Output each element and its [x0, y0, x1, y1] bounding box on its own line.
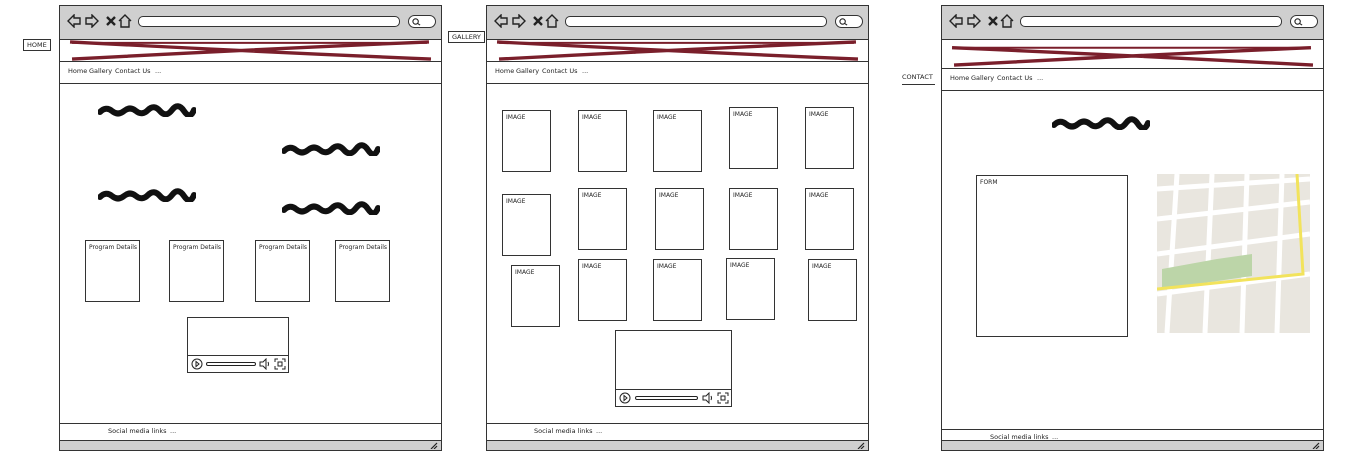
close-icon[interactable] — [986, 14, 1000, 28]
image-placeholder: IMAGE — [502, 194, 551, 256]
image-placeholder: IMAGE — [578, 110, 627, 172]
volume-icon[interactable] — [259, 358, 271, 370]
nav-more[interactable]: ... — [1037, 74, 1043, 82]
browser-toolbar — [487, 6, 868, 40]
resize-grip-icon[interactable] — [857, 442, 865, 449]
close-icon[interactable] — [531, 14, 545, 28]
nav-more[interactable]: ... — [155, 67, 161, 75]
nav-link-gallery[interactable]: Gallery — [971, 74, 994, 82]
image-placeholder: IMAGE — [511, 265, 560, 327]
home-icon[interactable] — [118, 14, 132, 28]
page-label-contact-text: CONTACT — [902, 73, 933, 81]
page-label-contact: CONTACT — [902, 73, 935, 85]
footer-bar: Social media links ... — [487, 423, 868, 439]
footer-more: ... — [170, 427, 177, 435]
footer-more: ... — [596, 427, 603, 435]
nav-link-home[interactable]: Home — [68, 67, 87, 75]
nav-link-contact[interactable]: Contact Us — [542, 67, 578, 75]
resize-grip-icon[interactable] — [430, 442, 438, 449]
heading-scribble — [282, 201, 380, 215]
image-placeholder: IMAGE — [808, 259, 857, 321]
back-arrow-icon[interactable] — [494, 14, 508, 28]
header-banner-placeholder — [942, 40, 1323, 69]
image-placeholder: IMAGE — [653, 110, 702, 172]
social-media-links[interactable]: Social media links — [108, 427, 167, 435]
nav-bar: Home Gallery Contact Us ... — [487, 62, 868, 84]
status-bar — [60, 440, 441, 450]
search-button[interactable] — [835, 15, 863, 28]
video-controls — [188, 355, 288, 372]
status-bar — [942, 440, 1323, 450]
video-player[interactable] — [615, 330, 732, 407]
image-placeholder: IMAGE — [726, 258, 775, 320]
fullscreen-icon[interactable] — [717, 392, 729, 404]
search-button[interactable] — [408, 15, 436, 28]
play-icon[interactable] — [191, 358, 203, 370]
nav-link-gallery[interactable]: Gallery — [516, 67, 539, 75]
image-placeholder: IMAGE — [653, 259, 702, 321]
nav-bar: Home Gallery Contact Us ... — [60, 62, 441, 84]
address-bar[interactable] — [565, 16, 827, 27]
search-button[interactable] — [1290, 15, 1318, 28]
image-placeholder: IMAGE — [805, 188, 854, 250]
search-icon — [412, 18, 421, 26]
footer-bar: Social media links ... — [60, 423, 441, 439]
browser-window-gallery: Home Gallery Contact Us ... IMAGE IMAGE … — [486, 5, 869, 451]
image-placeholder: IMAGE — [578, 188, 627, 250]
volume-icon[interactable] — [702, 392, 714, 404]
browser-toolbar — [942, 6, 1323, 40]
nav-link-home[interactable]: Home — [495, 67, 514, 75]
home-icon[interactable] — [545, 14, 559, 28]
video-progress-bar[interactable] — [206, 362, 256, 366]
heading-scribble — [98, 103, 196, 117]
nav-link-home[interactable]: Home — [950, 74, 969, 82]
image-placeholder: IMAGE — [502, 110, 551, 172]
image-placeholder: IMAGE — [578, 259, 627, 321]
back-arrow-icon[interactable] — [949, 14, 963, 28]
image-placeholder: IMAGE — [655, 188, 704, 250]
social-media-links[interactable]: Social media links — [534, 427, 593, 435]
close-icon[interactable] — [104, 14, 118, 28]
browser-window-home: Home Gallery Contact Us ... Program Deta… — [59, 5, 442, 451]
heading-scribble — [1052, 116, 1150, 130]
program-details-box: Program Details — [335, 240, 390, 302]
nav-bar: Home Gallery Contact Us ... — [942, 69, 1323, 91]
contact-form-placeholder: FORM — [976, 175, 1128, 337]
address-bar[interactable] — [1020, 16, 1282, 27]
video-player[interactable] — [187, 317, 289, 373]
header-banner-placeholder — [487, 40, 868, 62]
nav-link-contact[interactable]: Contact Us — [997, 74, 1033, 82]
search-icon — [1294, 18, 1303, 26]
header-banner-placeholder — [60, 40, 441, 62]
fullscreen-icon[interactable] — [274, 358, 286, 370]
page-label-home: HOME — [23, 39, 51, 51]
program-details-box: Program Details — [85, 240, 140, 302]
back-arrow-icon[interactable] — [67, 14, 81, 28]
search-icon — [839, 18, 848, 26]
resize-grip-icon[interactable] — [1312, 442, 1320, 449]
home-icon[interactable] — [1000, 14, 1014, 28]
image-placeholder: IMAGE — [729, 188, 778, 250]
browser-toolbar — [60, 6, 441, 40]
image-placeholder: IMAGE — [729, 107, 778, 169]
address-bar[interactable] — [138, 16, 400, 27]
nav-link-contact[interactable]: Contact Us — [115, 67, 151, 75]
forward-arrow-icon[interactable] — [512, 14, 526, 28]
browser-window-contact: Home Gallery Contact Us ... FORM Social … — [941, 5, 1324, 451]
program-details-box: Program Details — [255, 240, 310, 302]
heading-scribble — [282, 142, 380, 156]
heading-scribble — [98, 188, 196, 202]
nav-more[interactable]: ... — [582, 67, 588, 75]
play-icon[interactable] — [619, 392, 631, 404]
forward-arrow-icon[interactable] — [967, 14, 981, 28]
video-controls — [616, 389, 731, 406]
nav-link-gallery[interactable]: Gallery — [89, 67, 112, 75]
forward-arrow-icon[interactable] — [85, 14, 99, 28]
video-progress-bar[interactable] — [635, 396, 698, 400]
page-label-gallery: GALLERY — [448, 31, 485, 43]
status-bar — [487, 440, 868, 450]
image-placeholder: IMAGE — [805, 107, 854, 169]
program-details-box: Program Details — [169, 240, 224, 302]
map-placeholder — [1157, 174, 1310, 333]
